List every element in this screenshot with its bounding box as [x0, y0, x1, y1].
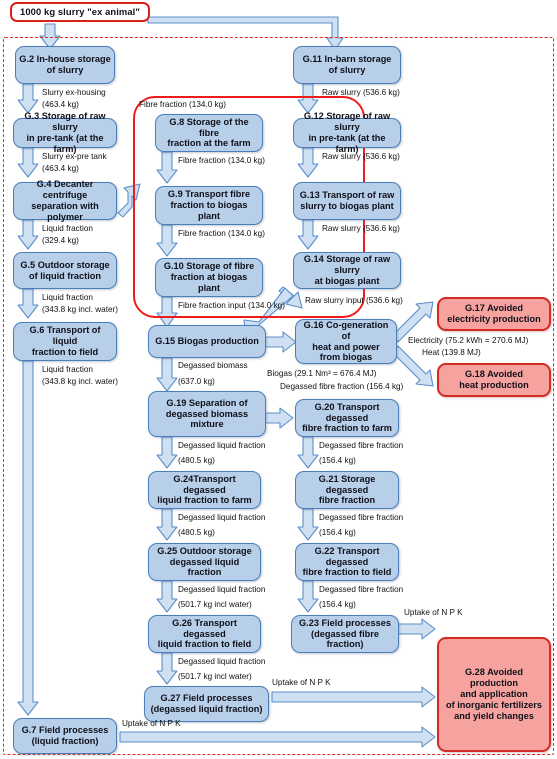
label-g24-g25-b: (480.5 kg)	[178, 528, 215, 537]
node-g19[interactable]: G.19 Separation of degassed biomass mixtur…	[148, 391, 266, 437]
label-g15-g16: Biogas (29.1 Nm³ = 676.4 MJ)	[267, 369, 377, 378]
label-g21-g22-b: (156.4 kg)	[319, 528, 356, 537]
label-g3-g4-a: Slurry ex-pre tank	[42, 152, 107, 161]
node-g21[interactable]: G.21 Storage degassed fibre fraction	[295, 471, 399, 509]
node-g25[interactable]: G.25 Outdoor storage degassed liquid frac…	[148, 543, 261, 581]
label-g21-g22-a: Degassed fibre fraction	[319, 513, 404, 522]
label-g6-g7-a: Liquid fraction	[42, 365, 93, 374]
label-g24-g25-a: Degassed liquid fraction	[178, 513, 266, 522]
label-g4-g5-b: (329.4 kg)	[42, 236, 79, 245]
label-g2-g3-a: Slurry ex-housing	[42, 88, 106, 97]
label-g5-g6-a: Liquid fraction	[42, 293, 93, 302]
label-g7-g28: Uptake of N P K	[122, 719, 181, 728]
label-g11-g12: Raw slurry (536.6 kg)	[322, 88, 400, 97]
label-g4-g5-a: Liquid fraction	[42, 224, 93, 233]
node-g15[interactable]: G.15 Biogas production	[148, 325, 266, 358]
label-g15-g19-a: Degassed biomass	[178, 361, 248, 370]
label-g26-g27-b: (501.7 kg incl water)	[178, 672, 252, 681]
label-g19-g24-b: (480.5 kg)	[178, 456, 215, 465]
label-g20-g21-b: (156.4 kg)	[319, 456, 356, 465]
flowchart-canvas: .ar{fill:#cfe0f2;stroke:#5b8fc9;stroke-w…	[0, 0, 557, 759]
label-g5-g6-b: (343.8 kg incl. water)	[42, 305, 118, 314]
node-g7[interactable]: G.7 Field processes (liquid fraction)	[13, 718, 117, 754]
label-g15-g19-b: (637.0 kg)	[178, 377, 215, 386]
label-g20-g21-a: Degassed fibre fraction	[319, 441, 404, 450]
label-g13-g14: Raw slurry (536.6 kg)	[322, 224, 400, 233]
node-g28[interactable]: G.28 Avoided production and application of …	[437, 637, 551, 752]
node-g20[interactable]: G.20 Transport degassed fibre fraction to…	[295, 399, 399, 437]
label-g25-g26-a: Degassed liquid fraction	[178, 585, 266, 594]
label-g23-g28: Uptake of N P K	[404, 608, 463, 617]
node-g9[interactable]: G.9 Transport fibre fraction to biogas pl…	[155, 186, 263, 225]
node-g14[interactable]: G.14 Storage of raw slurry at biogas plan…	[293, 252, 401, 289]
node-g18[interactable]: G.18 Avoided heat production	[437, 363, 551, 397]
label-g8-g9: Fibre fraction (134.0 kg)	[178, 156, 265, 165]
label-g19-g20: Degassed fibre fraction (156.4 kg)	[280, 382, 404, 391]
label-g2-g3-b: (463.4 kg)	[42, 100, 79, 109]
node-g6[interactable]: G.6 Transport of liquid fraction to field	[13, 322, 117, 361]
label-g16-g18: Heat (139.8 MJ)	[422, 348, 481, 357]
label-g22-g23-b: (156.4 kg)	[319, 600, 356, 609]
node-g26[interactable]: G.26 Transport degassed liquid fraction t…	[148, 615, 261, 653]
node-g27[interactable]: G.27 Field processes (degassed liquid fra…	[144, 686, 269, 722]
node-g4[interactable]: G.4 Decanter centrifuge separation with p…	[13, 179, 117, 222]
node-g16[interactable]: G.16 Co-generation of heat and power from …	[295, 319, 397, 364]
node-g23[interactable]: G.23 Field processes (degassed fibre frac…	[291, 615, 399, 653]
node-g3[interactable]: G.3 Storage of raw slurry in pre-tank (at…	[13, 111, 117, 154]
label-g14-g15: Raw slurry input (536.6 kg)	[305, 296, 403, 305]
label-g25-g26-b: (501.7 kg incl water)	[178, 600, 252, 609]
title-box: 1000 kg slurry "ex animal"	[10, 2, 150, 22]
label-g19-g24-a: Degassed liquid fraction	[178, 441, 266, 450]
label-g12-g13: Raw slurry (536.6 kg)	[322, 152, 400, 161]
label-g6-g7-b: (343.8 kg incl. water)	[42, 377, 118, 386]
node-g17[interactable]: G.17 Avoided electricity production	[437, 297, 551, 331]
label-g22-g23-a: Degassed fibre fraction	[319, 585, 404, 594]
label-g26-g27-a: Degassed liquid fraction	[178, 657, 266, 666]
node-g22[interactable]: G.22 Transport degassed fibre fraction to…	[295, 543, 399, 581]
node-g24[interactable]: G.24Transport degassed liquid fraction to…	[148, 471, 261, 509]
node-g11[interactable]: G.11 In-barn storage of slurry	[293, 46, 401, 84]
node-g8[interactable]: G.8 Storage of the fibre fraction at the …	[155, 114, 263, 152]
label-g10-g15: Fibre fraction input (134.0 kg)	[178, 301, 285, 310]
label-g27-g28: Uptake of N P K	[272, 678, 331, 687]
node-g10[interactable]: G.10 Storage of fibre fraction at biogas …	[155, 258, 263, 297]
node-g13[interactable]: G.13 Transport of raw slurry to biogas pl…	[293, 182, 401, 220]
label-g16-g17: Electricity (75.2 kWh = 270.6 MJ)	[408, 336, 529, 345]
node-g12[interactable]: G.12 Storage of raw slurry in pre-tank (a…	[293, 111, 401, 154]
node-g5[interactable]: G.5 Outdoor storage of liquid fraction	[13, 252, 117, 289]
label-g4-g8: Fibre fraction (134.0 kg)	[139, 100, 226, 109]
node-g2[interactable]: G.2 In-house storage of slurry	[15, 46, 115, 84]
label-g9-g10: Fibre fraction (134.0 kg)	[178, 229, 265, 238]
label-g3-g4-b: (463.4 kg)	[42, 164, 79, 173]
